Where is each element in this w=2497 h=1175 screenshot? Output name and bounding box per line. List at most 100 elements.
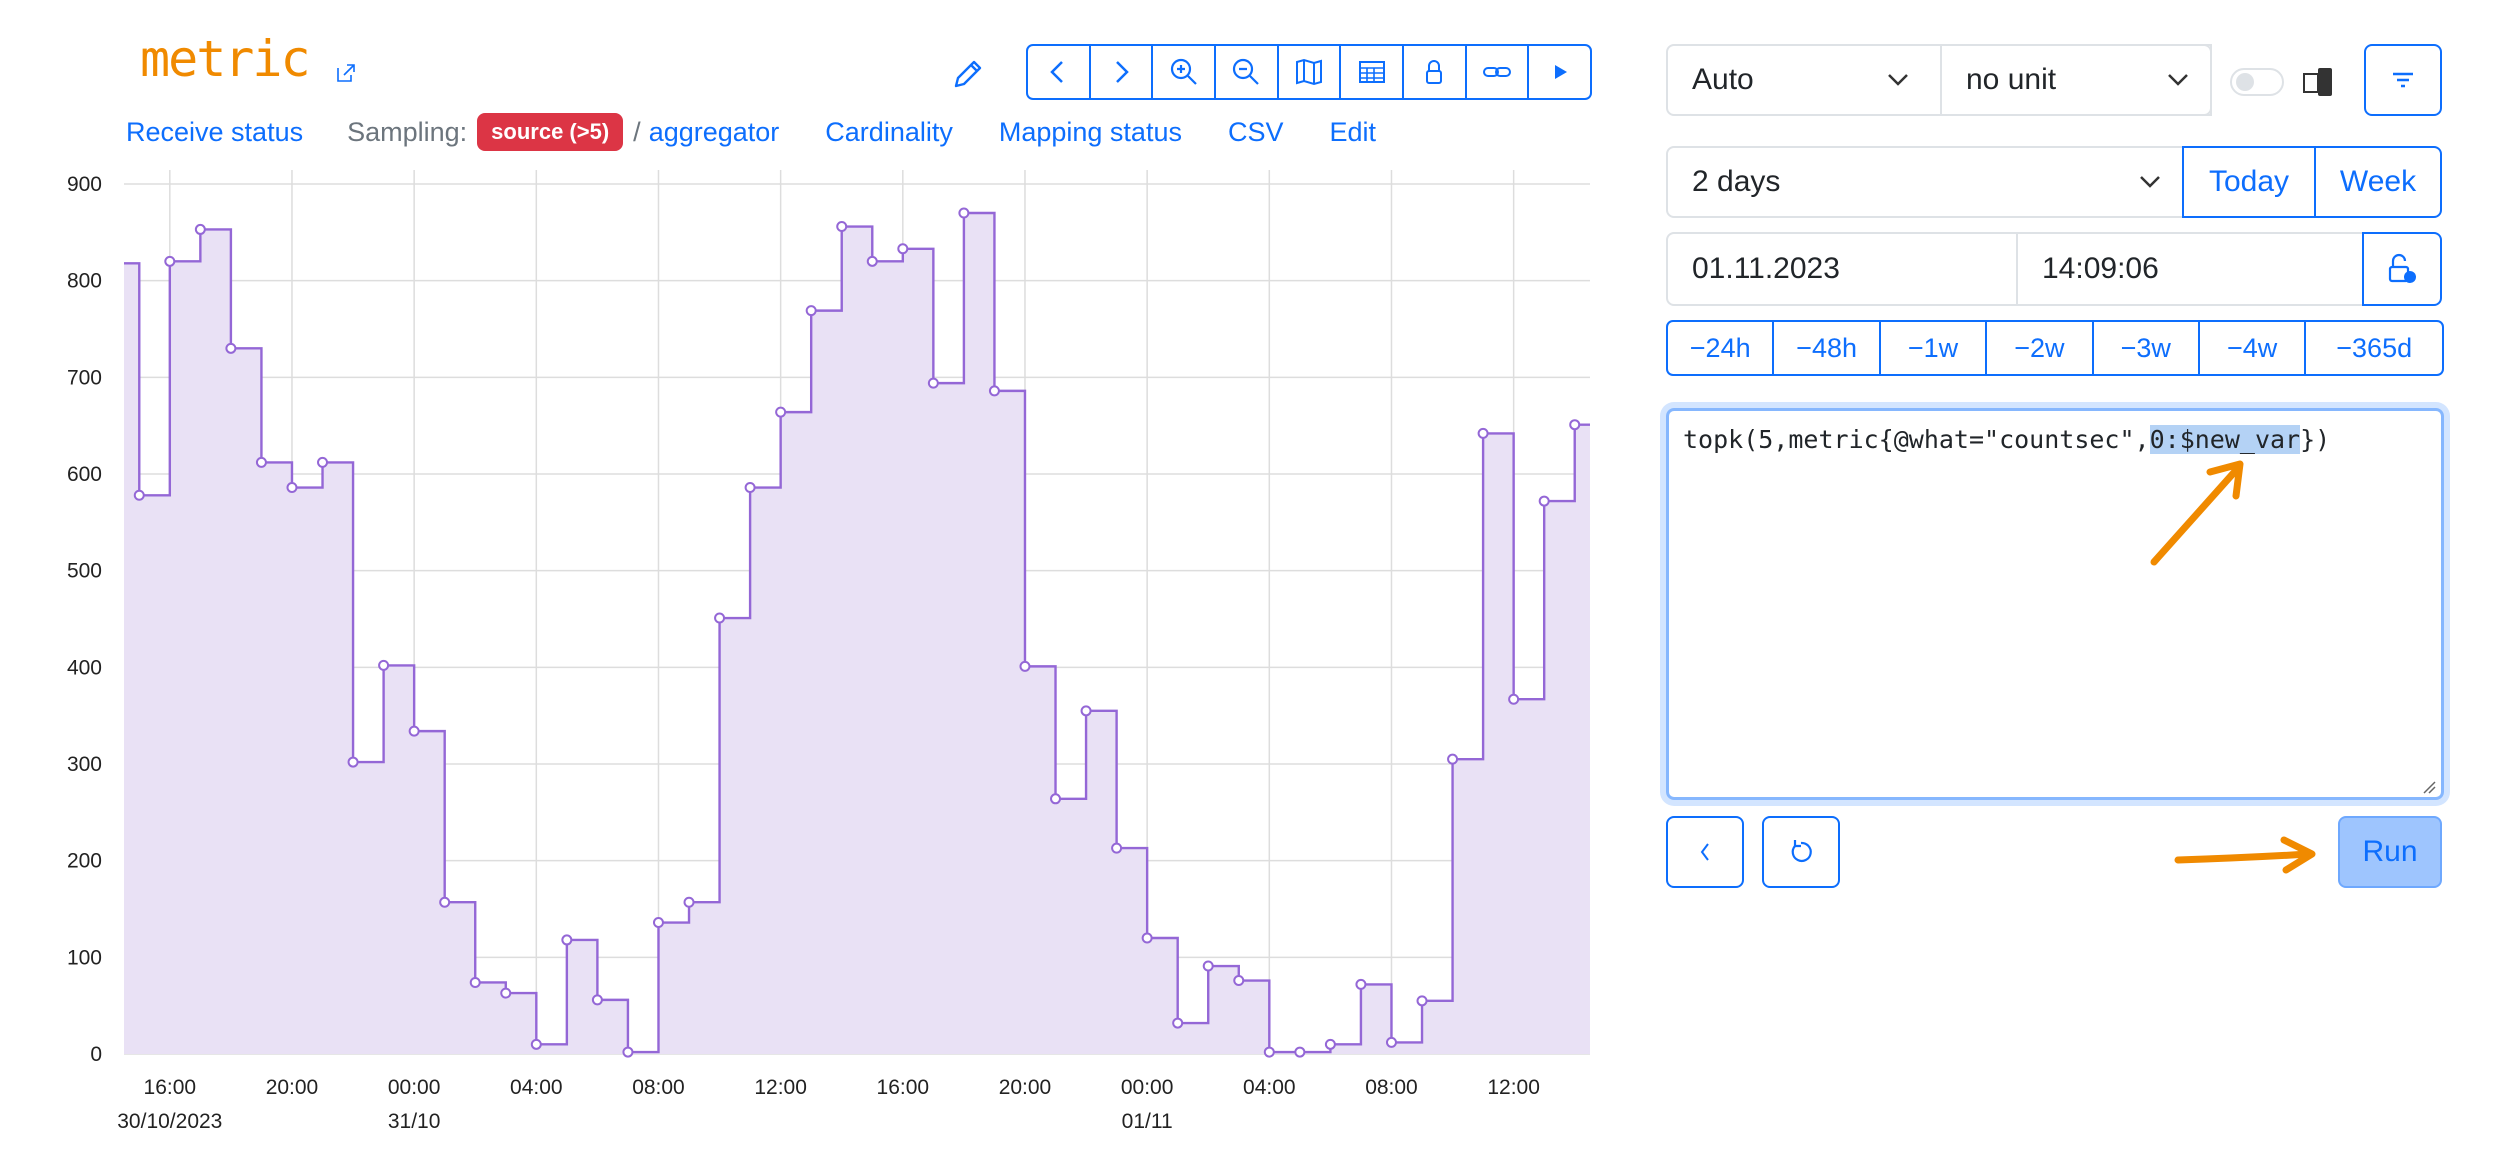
zoom-in-icon [1170,58,1197,85]
filter-button[interactable] [2364,44,2442,116]
query-text-suffix: }) [2300,425,2331,454]
data-point [683,896,695,908]
y-tick-label: 200 [67,850,102,873]
data-point [1538,495,1550,507]
x-tick-label: 00:00 [1121,1076,1174,1099]
data-point [500,987,512,999]
query-editor[interactable]: topk(5,metric{@what="countsec",0:$new_va… [1666,408,2444,800]
map-icon [1296,58,1323,86]
data-point [927,377,939,389]
data-point [591,994,603,1006]
cardinality-link[interactable]: Cardinality [825,117,953,148]
data-point [652,917,664,929]
sampling-separator: / [633,116,641,147]
y-tick-label: 0 [90,1043,102,1066]
data-point [133,489,145,501]
x-tick-label: 12:00 [754,1076,807,1099]
x-tick-label: 08:00 [1365,1076,1418,1099]
time-input[interactable]: 14:09:06 [2016,232,2364,306]
data-point [1385,1036,1397,1048]
graph-toolbar [1026,44,1592,100]
y-tick-label: 900 [67,173,102,196]
sampling-source-badge[interactable]: source (>5) [477,113,624,151]
data-point [866,255,878,267]
data-point [1294,1046,1306,1058]
receive-status-link[interactable]: Receive status [126,117,303,148]
chevron-down-icon [2168,74,2188,86]
shift-4w-button[interactable]: −4w [2200,322,2307,374]
link-button[interactable] [1467,46,1530,98]
x-tick-label: 08:00 [632,1076,685,1099]
period-select[interactable]: 2 days [1666,146,2184,218]
y-axis: 0 100 200 300 400 500 600 700 800 900 [67,173,102,1066]
data-point [1477,427,1489,439]
zoom-out-button[interactable] [1216,46,1279,98]
chevron-right-icon [1116,61,1129,83]
period-select-value: 2 days [1692,165,1781,198]
week-button[interactable]: Week [2314,146,2442,218]
play-button[interactable] [1529,46,1590,98]
data-point [1447,753,1459,765]
y-tick-label: 100 [67,946,102,969]
data-point [164,255,176,267]
shift-3w-button[interactable]: −3w [2094,322,2200,374]
map-button[interactable] [1279,46,1342,98]
run-button[interactable]: Run [2338,816,2442,888]
reset-icon [1791,840,1812,863]
data-point [1019,660,1031,672]
data-point [1569,419,1581,431]
pencil-icon[interactable] [948,56,986,94]
shift-2w-button[interactable]: −2w [1987,322,2094,374]
devices-icon[interactable] [2300,62,2340,102]
data-point [194,223,206,235]
data-point [1263,1046,1275,1058]
data-point [775,406,787,418]
chevron-left-icon [1050,61,1064,83]
chevron-down-icon [2140,176,2160,188]
toggle-knob [2236,73,2254,91]
data-point [836,221,848,233]
data-point [897,243,909,255]
lock-icon [1426,60,1443,84]
external-link-icon[interactable] [335,62,357,84]
zoom-out-icon [1233,58,1260,85]
edit-link[interactable]: Edit [1330,117,1377,148]
time-shift-group: −24h −48h −1w −2w −3w −4w −365d [1666,320,2444,376]
play-icon [1554,65,1567,79]
x-tick-label: 00:00 [388,1076,441,1099]
resize-handle-icon[interactable] [2420,778,2436,794]
table-button[interactable] [1341,46,1405,98]
data-point [1050,793,1062,805]
metric-chart[interactable]: 0 100 200 300 400 500 600 700 800 900 16:00 30/10/… [40,170,1620,1150]
collapse-button[interactable] [1666,816,1744,888]
chevron-left-icon [1700,843,1709,861]
shift-24h-button[interactable]: −24h [1668,322,1775,374]
link-icon [1483,67,1512,77]
mapping-status-link[interactable]: Mapping status [999,117,1182,148]
csv-link[interactable]: CSV [1228,117,1284,148]
aggregator-link[interactable]: aggregator [649,117,780,148]
zoom-in-button[interactable] [1153,46,1217,98]
toggle-switch[interactable] [2230,68,2284,96]
x-tick-sublabel: 01/11 [1122,1110,1173,1133]
series-area [124,213,1590,1054]
prev-button[interactable] [1028,46,1091,98]
next-button[interactable] [1091,46,1154,98]
time-value: 14:09:06 [2042,252,2159,285]
unit-select[interactable]: no unit [1940,44,2212,116]
annotation-arrow-up [2150,460,2244,566]
table-icon [1358,61,1385,83]
unlock-button[interactable] [2362,232,2442,306]
today-button[interactable]: Today [2182,146,2316,218]
metric-links: Receive status Sampling: source (>5) / a… [126,112,1376,152]
date-input[interactable]: 01.11.2023 [1666,232,2018,306]
data-point [1111,842,1123,854]
lock-button[interactable] [1404,46,1467,98]
data-point [1416,995,1428,1007]
shift-1w-button[interactable]: −1w [1881,322,1988,374]
shift-48h-button[interactable]: −48h [1774,322,1881,374]
reset-button[interactable] [1762,816,1840,888]
data-point [317,456,329,468]
shift-365d-button[interactable]: −365d [2306,322,2442,374]
x-tick-label: 04:00 [1243,1076,1296,1099]
